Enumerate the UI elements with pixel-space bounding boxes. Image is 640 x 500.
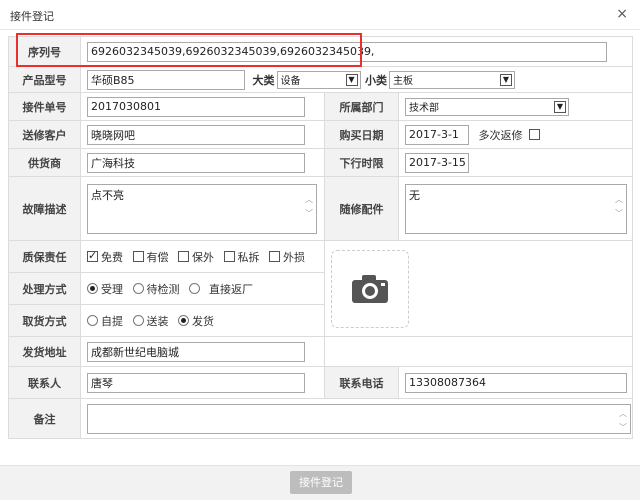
pickup-radio-delivery[interactable] <box>132 315 144 326</box>
minor-category-select[interactable]: 主板 ▼ <box>389 70 515 89</box>
department-select[interactable]: 技术部 ▼ <box>405 97 569 116</box>
serial-label: 序列号 <box>8 36 81 67</box>
remark-label: 备注 <box>8 398 81 439</box>
deadline-label: 下行时限 <box>324 148 399 177</box>
warranty-option-label: 保外 <box>192 250 214 264</box>
repeat-repair-label: 多次返修 <box>478 128 523 142</box>
warranty-option-label: 免费 <box>101 250 123 264</box>
deadline-input[interactable] <box>405 152 469 173</box>
department-value: 技术部 <box>409 103 439 114</box>
process-radio-return[interactable] <box>189 283 200 294</box>
major-category-label: 大类 <box>252 73 275 87</box>
process-radio-pending[interactable] <box>132 283 144 294</box>
remark-textarea[interactable]: ︿ ﹀ <box>87 403 631 435</box>
process-option-label: 直接返厂 <box>209 282 253 296</box>
pickup-option-label: 送装 <box>146 314 169 328</box>
register-form: 序列号 产品型号 大类设备 ▼ 小类主板 ▼ 接件单号 所属部门 技术部 ▼ <box>8 36 634 439</box>
close-icon[interactable]: × <box>616 6 628 22</box>
pickup-radio-ship[interactable] <box>178 315 189 326</box>
fault-label: 故障描述 <box>8 176 81 241</box>
customer-label: 送修客户 <box>8 120 81 149</box>
repeat-repair-checkbox[interactable] <box>529 129 540 140</box>
customer-input[interactable] <box>87 124 305 145</box>
chevron-down-icon: ▼ <box>554 100 566 113</box>
fault-textarea[interactable]: 点不亮 ︿ ﹀ <box>87 183 317 234</box>
process-radio-accept[interactable] <box>87 283 98 294</box>
phone-input[interactable] <box>405 372 627 393</box>
chevron-down-icon: ▼ <box>500 73 512 86</box>
photo-cell <box>323 240 634 337</box>
accessories-label: 随修配件 <box>324 176 399 241</box>
model-input[interactable] <box>87 69 245 90</box>
minor-category-value: 主板 <box>393 76 413 87</box>
phone-label: 联系电话 <box>324 366 399 399</box>
department-label: 所属部门 <box>324 92 399 121</box>
warranty-checkbox-paid[interactable] <box>132 251 144 262</box>
process-option-label: 受理 <box>101 282 123 296</box>
pickup-label: 取货方式 <box>8 304 81 337</box>
scrollbar[interactable]: ︿ ﹀ <box>614 193 624 221</box>
process-option-label: 待检测 <box>146 282 180 296</box>
purchase-date-label: 购买日期 <box>324 120 399 149</box>
pickup-option-label: 自提 <box>101 314 123 328</box>
major-category-select[interactable]: 设备 ▼ <box>276 70 361 89</box>
accessories-textarea[interactable]: 无 ︿ ﹀ <box>405 183 627 234</box>
order-no-input[interactable] <box>87 96 305 117</box>
scrollbar[interactable]: ︿ ﹀ <box>304 193 314 221</box>
warranty-checkbox-private[interactable] <box>223 251 235 262</box>
contact-label: 联系人 <box>8 366 81 399</box>
warranty-label: 质保责任 <box>8 240 81 273</box>
model-label: 产品型号 <box>8 66 81 93</box>
pickup-option-label: 发货 <box>192 314 214 328</box>
warranty-checkbox-external[interactable] <box>269 251 280 262</box>
camera-icon <box>352 274 388 303</box>
order-no-label: 接件单号 <box>8 92 81 121</box>
dialog-title-bar: 接件登记 × <box>0 0 640 30</box>
minor-category-label: 小类 <box>365 73 387 87</box>
address-label: 发货地址 <box>8 336 81 367</box>
fault-value: 点不亮 <box>91 188 124 202</box>
process-label: 处理方式 <box>8 272 81 305</box>
major-category-value: 设备 <box>280 76 301 87</box>
purchase-date-input[interactable] <box>405 124 469 145</box>
dialog-title: 接件登记 <box>10 10 54 23</box>
warranty-checkbox-out[interactable] <box>178 251 189 262</box>
register-dialog: 接件登记 × 序列号 产品型号 大类设备 ▼ 小类主板 ▼ <box>0 0 640 500</box>
supplier-label: 供货商 <box>8 148 81 177</box>
serial-input[interactable] <box>87 41 607 62</box>
warranty-option-label: 有偿 <box>146 250 169 264</box>
contact-input[interactable] <box>87 372 305 393</box>
submit-button[interactable]: 接件登记 <box>290 471 352 494</box>
supplier-input[interactable] <box>87 152 305 173</box>
photo-upload[interactable] <box>331 249 409 328</box>
scrollbar[interactable]: ︿ ﹀ <box>618 407 628 435</box>
warranty-option-label: 外损 <box>283 250 305 264</box>
address-input[interactable] <box>87 341 305 362</box>
pickup-radio-self[interactable] <box>87 315 98 326</box>
dialog-footer: 接件登记 <box>0 465 640 500</box>
warranty-option-label: 私拆 <box>237 250 260 264</box>
accessories-value: 无 <box>409 188 420 202</box>
chevron-down-icon: ▼ <box>345 73 358 86</box>
warranty-checkbox-free[interactable] <box>87 249 98 262</box>
